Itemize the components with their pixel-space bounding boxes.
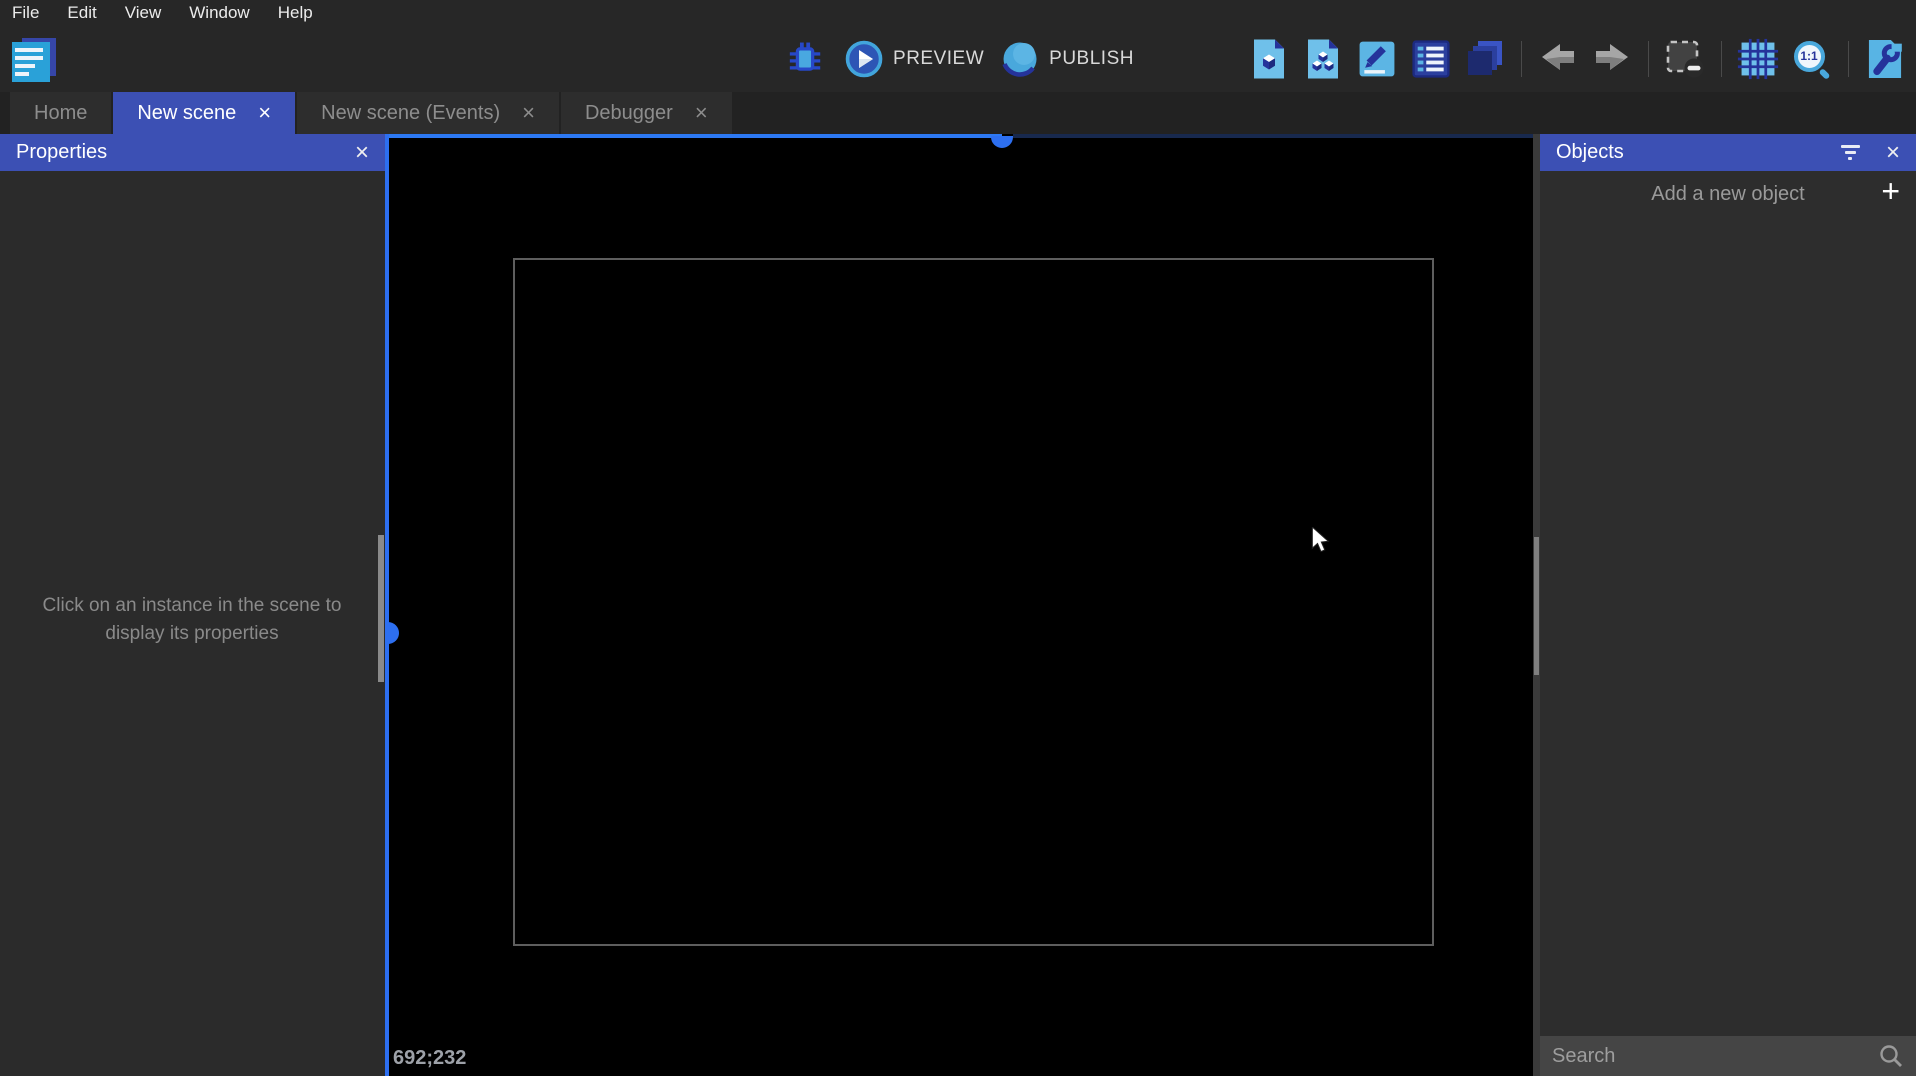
mask-selection-icon [1666,40,1704,78]
menu-view[interactable]: View [125,3,162,23]
toolbar-separator [1721,41,1722,77]
redo-arrow-icon [1596,44,1628,70]
tab-close-icon[interactable]: × [695,102,708,124]
toolbar-separator [1521,41,1522,77]
globe-icon [1002,42,1037,77]
left-scrollbar-thumb[interactable] [378,535,384,682]
publish-button[interactable]: PUBLISH [1000,39,1134,79]
tab-home[interactable]: Home [10,92,112,134]
menu-window[interactable]: Window [189,3,249,23]
filter-bar [1840,145,1860,148]
filter-bar [1844,151,1856,154]
tab-close-icon[interactable]: × [522,102,535,124]
tab-new-scene[interactable]: New scene × [113,92,296,134]
preview-label: PREVIEW [893,48,985,69]
properties-panel: Properties × Click on an instance in the… [0,134,385,1076]
grid-icon [1737,38,1779,80]
right-scrollbar-thumb[interactable] [1534,537,1539,675]
logo-line [15,48,43,52]
menu-bar: File Edit View Window Help [0,0,1916,26]
doc-cubes-icon [1308,39,1338,79]
toolbar-separator [1848,41,1849,77]
mouse-cursor [1310,525,1332,558]
canvas-top-scrollbar-track[interactable] [1013,134,1533,138]
scene-window-frame [513,258,1434,946]
main-area: Properties × Click on an instance in the… [0,134,1916,1076]
editor-settings-icon[interactable] [1862,36,1908,82]
logo-line [15,56,43,60]
toggle-mask-icon[interactable] [1662,36,1708,82]
objects-panel: Objects × Add a new object + [1540,134,1916,1076]
objects-panel-header: Objects × [1540,134,1916,171]
undo-button[interactable] [1535,36,1581,82]
open-objects-panel-icon[interactable] [1246,36,1292,82]
layers-icon [1468,41,1502,75]
add-new-object-button[interactable]: Add a new object + [1540,171,1916,217]
canvas-left-scrollbar-handle[interactable] [387,622,399,644]
zoom-badge: 1:1 [1800,49,1818,63]
toggle-grid-icon[interactable] [1735,36,1781,82]
tab-close-icon[interactable]: × [258,102,271,124]
editor-tab-bar: Home New scene × New scene (Events) × De… [0,92,1916,134]
filter-bar [1848,157,1853,160]
scene-editor-canvas[interactable]: 692;232 [385,134,1533,1076]
redo-button[interactable] [1589,36,1635,82]
canvas-top-scrollbar-handle[interactable] [991,136,1013,148]
open-object-groups-icon[interactable] [1300,36,1346,82]
tab-label: New scene [137,101,237,124]
instances-list-icon [1412,40,1450,78]
properties-panel-header: Properties × [0,134,385,171]
close-icon[interactable]: × [1886,140,1900,165]
wrench-page-icon [1868,40,1902,78]
toolbar-right-group: 1:1 [1246,26,1908,92]
tab-label: New scene (Events) [321,101,501,124]
menu-file[interactable]: File [12,3,39,23]
doc-cube-icon [1254,39,1284,79]
canvas-left-scrollbar[interactable] [385,134,389,1076]
publish-label: PUBLISH [1049,48,1134,69]
objects-search-bar [1540,1036,1916,1076]
gdevelop-window: File Edit View Window Help PREVIEW PUBLI… [0,0,1916,1076]
toolbar-center-group: PREVIEW PUBLISH [782,26,1134,92]
play-icon [845,40,883,78]
tab-new-scene-events[interactable]: New scene (Events) × [297,92,559,134]
main-toolbar: PREVIEW PUBLISH 1:1 [0,26,1916,92]
bug-icon [789,42,821,71]
open-instances-list-icon[interactable] [1408,36,1454,82]
loupe-handle [1817,67,1831,80]
add-object-label: Add a new object [1651,182,1805,205]
edit-scene-properties-icon[interactable] [1354,36,1400,82]
search-input[interactable] [1552,1044,1878,1068]
zoom-original-button[interactable]: 1:1 [1789,36,1835,82]
debug-icon[interactable] [782,36,828,82]
close-icon[interactable]: × [355,140,369,165]
plus-icon[interactable]: + [1881,175,1900,207]
pencil-square-icon [1359,41,1395,77]
tab-label: Home [34,101,88,124]
menu-edit[interactable]: Edit [67,3,96,23]
undo-arrow-icon [1542,44,1574,70]
cursor-coordinates: 692;232 [393,1047,467,1069]
properties-panel-title: Properties [16,141,108,163]
loupe-glass: 1:1 [1793,40,1825,72]
toolbar-separator [1648,41,1649,77]
objects-panel-title: Objects [1556,141,1624,163]
zoom-1-1-icon: 1:1 [1793,40,1831,80]
tab-debugger[interactable]: Debugger × [560,92,732,134]
filter-icon[interactable] [1840,145,1860,160]
logo-line [15,64,35,68]
search-icon[interactable] [1878,1043,1904,1069]
tab-label: Debugger [584,101,673,124]
open-layers-icon[interactable] [1462,36,1508,82]
logo-line [15,72,29,76]
project-manager-icon[interactable] [10,36,58,84]
preview-button[interactable]: PREVIEW [844,39,984,79]
menu-help[interactable]: Help [278,3,313,23]
properties-empty-message: Click on an instance in the scene to dis… [42,595,342,644]
canvas-top-scrollbar[interactable] [385,134,1002,138]
